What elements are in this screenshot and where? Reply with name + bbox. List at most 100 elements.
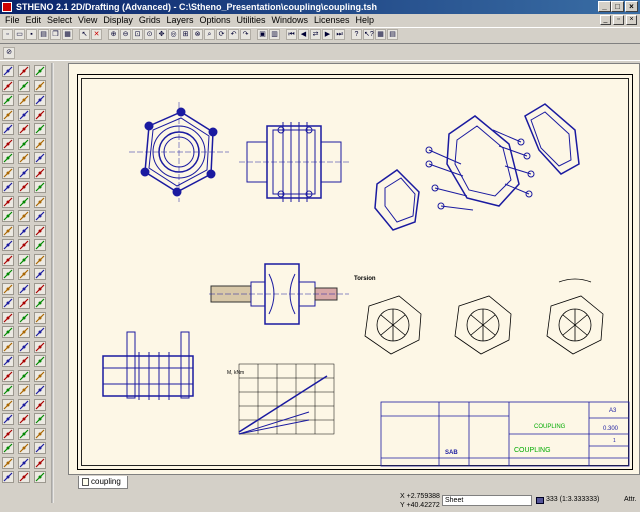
mirror-tool-icon[interactable] (2, 137, 14, 150)
ellipse-tool-icon[interactable] (34, 384, 46, 396)
break-tool-icon[interactable] (34, 166, 46, 179)
copy-tool-icon[interactable] (2, 311, 14, 324)
trim-tool-icon[interactable] (18, 427, 30, 440)
move-tool-icon[interactable] (2, 152, 14, 164)
line-tool-icon[interactable] (18, 369, 30, 382)
menu-licenses[interactable]: Licenses (311, 14, 353, 27)
attribute-tool-icon[interactable] (18, 210, 30, 222)
insert-tool-icon[interactable] (2, 210, 14, 222)
join-tool-icon[interactable] (34, 326, 46, 338)
copy-tool-icon[interactable] (18, 152, 30, 164)
line-tool-icon[interactable] (34, 210, 46, 222)
menu-view[interactable]: View (75, 14, 100, 27)
hatch-tool-icon[interactable] (18, 268, 30, 280)
copy-icon[interactable]: ❐ (50, 29, 61, 40)
paste-icon[interactable]: ▦ (62, 29, 73, 40)
arc-tool-icon[interactable] (2, 384, 14, 396)
magnify-icon[interactable]: ⌕ (204, 29, 215, 40)
point-tool-icon[interactable] (18, 253, 30, 266)
arc-tool-icon[interactable] (34, 65, 46, 77)
trim-tool-icon[interactable] (34, 268, 46, 280)
offset-tool-icon[interactable] (2, 442, 14, 454)
zoom-extents-icon[interactable]: ⊗ (192, 29, 203, 40)
zoom-all-icon[interactable]: ⊙ (144, 29, 155, 40)
layers-icon[interactable]: ▣ (257, 29, 268, 40)
menu-help[interactable]: Help (353, 14, 378, 27)
window-tile-icon[interactable]: ▦ (375, 29, 386, 40)
copy-tool-icon[interactable] (34, 456, 46, 469)
explode-tool-icon[interactable] (18, 181, 30, 193)
redo-icon[interactable]: ↷ (240, 29, 251, 40)
polyline-tool-icon[interactable] (34, 369, 46, 382)
menu-layers[interactable]: Layers (163, 14, 196, 27)
circle-tool-icon[interactable] (2, 79, 14, 92)
first-view-icon[interactable]: ⏮ (286, 29, 297, 40)
ellipse-tool-icon[interactable] (2, 239, 14, 251)
snap-tool-icon[interactable] (34, 340, 46, 353)
extend-tool-icon[interactable] (34, 427, 46, 440)
insert-tool-icon[interactable] (34, 355, 46, 367)
grid-icon[interactable]: ⊞ (180, 29, 191, 40)
doc-close-button[interactable]: × (626, 15, 637, 25)
menu-edit[interactable]: Edit (23, 14, 45, 27)
redraw-icon[interactable]: ⟳ (216, 29, 227, 40)
spline-tool-icon[interactable] (34, 398, 46, 411)
rectangle-tool-icon[interactable] (18, 239, 30, 251)
menu-select[interactable]: Select (44, 14, 75, 27)
last-view-icon[interactable]: ⏭ (334, 29, 345, 40)
prev-view-icon[interactable]: ◀ (298, 29, 309, 40)
close-button[interactable]: × (625, 1, 638, 12)
dimension-tool-icon[interactable] (2, 268, 14, 280)
polyline-tool-icon[interactable] (2, 224, 14, 237)
block-tool-icon[interactable] (18, 355, 30, 367)
view-link-icon[interactable]: ⇄ (310, 29, 321, 40)
hatch-tool-icon[interactable] (34, 108, 46, 121)
zoom-in-icon[interactable]: ⊕ (108, 29, 119, 40)
mirror-tool-icon[interactable] (34, 282, 46, 295)
ellipse-tool-icon[interactable] (18, 79, 30, 92)
menu-display[interactable]: Display (100, 14, 136, 27)
doc-restore-button[interactable]: ▫ (613, 15, 624, 25)
array-tool-icon[interactable] (34, 152, 46, 164)
maximize-button[interactable]: □ (611, 1, 624, 12)
menu-utilities[interactable]: Utilities (233, 14, 268, 27)
drawing-canvas[interactable]: Torsion M, kNm COUPLING COUPLING A3 0.30… (68, 63, 640, 475)
scale-tool-icon[interactable] (18, 297, 30, 309)
new-file-icon[interactable]: ▫ (2, 29, 13, 40)
snap-tool-icon[interactable] (2, 195, 14, 208)
spline-tool-icon[interactable] (2, 253, 14, 266)
measure-tool-icon[interactable] (18, 340, 30, 353)
chamfer-tool-icon[interactable] (2, 326, 14, 338)
move-tool-icon[interactable] (18, 456, 30, 469)
rectangle-tool-icon[interactable] (34, 79, 46, 92)
join-tool-icon[interactable] (2, 181, 14, 193)
menu-file[interactable]: File (2, 14, 23, 27)
circle-tool-icon[interactable] (34, 224, 46, 237)
text-tool-icon[interactable] (34, 253, 46, 266)
offset-tool-icon[interactable] (34, 123, 46, 135)
chamfer-tool-icon[interactable] (18, 166, 30, 179)
array-tool-icon[interactable] (18, 311, 30, 324)
explode-tool-icon[interactable] (2, 340, 14, 353)
rotate-tool-icon[interactable] (2, 297, 14, 309)
next-view-icon[interactable]: ▶ (322, 29, 333, 40)
zoom-window-icon[interactable]: ⊡ (132, 29, 143, 40)
array-tool-icon[interactable] (2, 471, 14, 483)
point-tool-icon[interactable] (2, 413, 14, 425)
measure-tool-icon[interactable] (34, 181, 46, 193)
delete-icon[interactable]: ✕ (91, 29, 102, 40)
zoom-prev-icon[interactable]: ◎ (168, 29, 179, 40)
zoom-out-icon[interactable]: ⊖ (120, 29, 131, 40)
properties-icon[interactable]: ▥ (269, 29, 280, 40)
polygon-tool-icon[interactable] (34, 239, 46, 251)
save-icon[interactable]: ▪ (26, 29, 37, 40)
offset-tool-icon[interactable] (18, 282, 30, 295)
undo-icon[interactable]: ↶ (228, 29, 239, 40)
scale-tool-icon[interactable] (2, 456, 14, 469)
extend-tool-icon[interactable] (18, 123, 30, 135)
hatch-tool-icon[interactable] (2, 427, 14, 440)
context-help-icon[interactable]: ↖? (363, 29, 374, 40)
block-tool-icon[interactable] (34, 195, 46, 208)
attributes-button[interactable]: Attr. (624, 496, 636, 503)
trim-tool-icon[interactable] (2, 123, 14, 135)
